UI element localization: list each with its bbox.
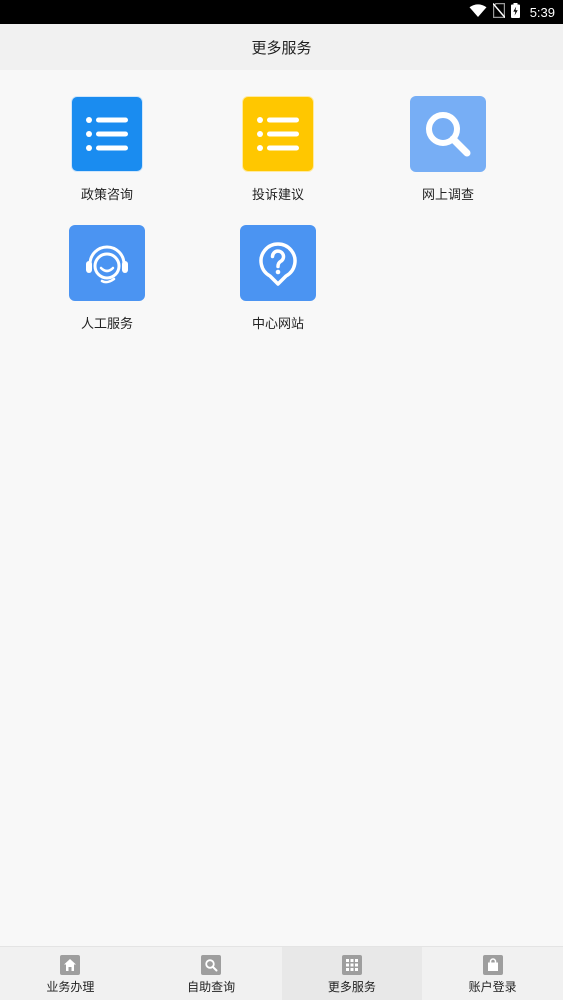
service-tile-human-service[interactable]: 人工服务 xyxy=(37,225,177,345)
search-icon xyxy=(201,955,222,975)
app-header: 更多服务 xyxy=(0,24,563,70)
nav-label: 自助查询 xyxy=(187,980,236,994)
service-label: 中心网站 xyxy=(251,317,304,332)
page-title: 更多服务 xyxy=(251,38,312,57)
service-tile-center-website[interactable]: 中心网站 xyxy=(208,225,348,345)
status-icons: 5:39 xyxy=(469,0,555,24)
service-label: 政策咨询 xyxy=(80,188,133,203)
nav-label: 业务办理 xyxy=(46,980,95,994)
grid-icon xyxy=(341,955,362,975)
nav-label: 更多服务 xyxy=(327,980,376,994)
nav-item-account-login[interactable]: 账户登录 xyxy=(422,947,563,1000)
wifi-icon xyxy=(469,3,487,22)
nav-item-more-services[interactable]: 更多服务 xyxy=(281,947,423,1000)
nav-item-self-query[interactable]: 自助查询 xyxy=(141,947,282,1000)
search-icon xyxy=(410,96,486,172)
service-tile-complaint[interactable]: 投诉建议 xyxy=(208,96,348,216)
bottom-nav: 业务办理 自助查询 更多服务 账户登录 xyxy=(0,946,563,1000)
service-tile-policy[interactable]: 政策咨询 xyxy=(37,96,177,216)
list-icon xyxy=(71,96,143,172)
list-icon xyxy=(242,96,314,172)
headset-icon xyxy=(69,225,145,301)
service-label: 人工服务 xyxy=(80,317,133,332)
nav-label: 账户登录 xyxy=(468,980,517,994)
battery-charging-icon xyxy=(510,2,520,22)
home-icon xyxy=(60,955,81,975)
service-label: 网上调查 xyxy=(421,188,474,203)
nav-item-business[interactable]: 业务办理 xyxy=(0,947,141,1000)
status-time: 5:39 xyxy=(529,4,555,20)
help-icon xyxy=(240,225,316,301)
status-bar: 5:39 xyxy=(0,0,563,24)
service-label: 投诉建议 xyxy=(251,188,304,203)
no-sim-icon xyxy=(492,2,506,22)
services-grid: 政策咨询 投诉建议 网上调查 人工服务 中心网站 xyxy=(0,70,563,946)
service-tile-survey[interactable]: 网上调查 xyxy=(378,96,518,216)
bag-icon xyxy=(482,955,503,975)
